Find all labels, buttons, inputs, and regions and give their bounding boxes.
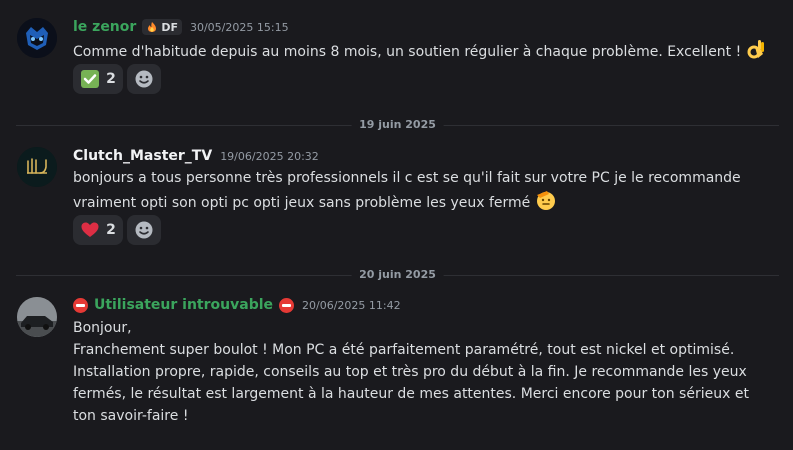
date-divider: 19 juin 2025 [16,117,779,133]
date-divider-label: 19 juin 2025 [351,117,444,133]
message-header: Clutch_Master_TV 19/06/2025 20:32 [73,148,319,164]
reactions-bar: 2 [73,215,161,245]
author-name[interactable]: le zenor [73,19,136,35]
check-mark-icon [81,70,100,88]
message-text: bonjours a tous personne très profession… [73,170,741,211]
message-content: Bonjour, Franchement super boulot ! Mon … [73,317,753,427]
no-entry-icon [73,297,88,313]
message-text: Comme d'habitude depuis au moins 8 mois,… [73,44,742,60]
clan-tag[interactable]: DF [142,19,182,35]
saluting-face-icon [536,191,555,210]
smiley-add-icon [135,221,153,239]
timestamp: 19/06/2025 20:32 [220,149,319,163]
date-divider-label: 20 juin 2025 [351,267,444,283]
avatar[interactable] [17,147,57,187]
message-header: le zenor DF 30/05/2025 15:15 [73,19,289,35]
car-photo-avatar-icon [17,297,57,337]
reactions-bar: 2 [73,64,161,94]
reaction-heart[interactable]: 2 [73,215,123,245]
timestamp: 20/06/2025 11:42 [302,298,401,312]
reaction-check[interactable]: 2 [73,64,123,94]
message-content: bonjours a tous personne très profession… [73,167,773,214]
clan-tag-label: DF [161,20,178,34]
gaming-logo-avatar-icon [17,18,57,58]
ok-hand-icon [747,40,764,59]
message-text-line: Franchement super boulot ! Mon PC a été … [73,342,749,424]
flame-icon [148,22,157,32]
author-name[interactable]: Clutch_Master_TV [73,148,212,164]
smiley-add-icon [135,70,153,88]
add-reaction-button[interactable] [127,64,161,94]
heart-icon [81,222,99,237]
date-divider: 20 juin 2025 [16,267,779,283]
avatar[interactable] [17,297,57,337]
no-entry-icon [279,297,295,313]
reaction-count: 2 [106,222,116,238]
message-text-line: Bonjour, [73,320,132,336]
calligraphy-avatar-icon [17,147,57,187]
author-name[interactable]: Utilisateur introuvable [94,297,273,313]
reaction-count: 2 [106,71,116,87]
add-reaction-button[interactable] [127,215,161,245]
message-header: Utilisateur introuvable 20/06/2025 11:42 [73,297,401,313]
timestamp: 30/05/2025 15:15 [189,20,289,34]
message-content: Comme d'habitude depuis au moins 8 mois,… [73,38,773,63]
avatar[interactable] [17,18,57,58]
